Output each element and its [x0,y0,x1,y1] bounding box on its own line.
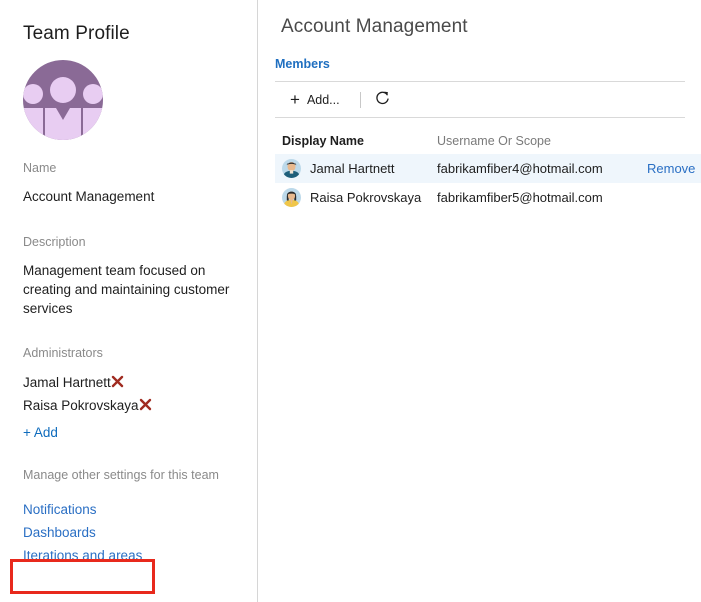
plus-icon: + [23,425,31,440]
field-name-label: Name [23,161,57,175]
table-header-row: Display Name Username Or Scope [275,128,701,154]
administrator-name: Jamal Hartnett [23,375,111,390]
remove-member-link[interactable]: Remove [647,161,701,176]
sidebar-link-iterations-and-areas[interactable]: Iterations and areas [23,544,223,567]
field-name-value: Account Management [23,189,155,204]
team-profile-page: Team Profile Name Account Management Des… [0,0,701,602]
column-header-username-or-scope[interactable]: Username Or Scope [437,134,647,148]
add-member-button[interactable]: + Add... [282,89,348,111]
add-administrator-link[interactable]: + Add [23,425,58,440]
administrator-name: Raisa Pokrovskaya [23,398,139,413]
cell-username-or-scope: fabrikamfiber4@hotmail.com [437,161,603,176]
administrator-item: Raisa Pokrovskaya [23,395,243,418]
account-management-panel: Account Management Members + Add... Disp… [259,0,701,602]
team-avatar [23,60,103,140]
avatar [282,159,301,178]
field-description-label: Description [23,235,86,249]
avatar [282,188,301,207]
field-administrators: Administrators Jamal Hartnett Raisa Pokr… [23,345,243,418]
table-row[interactable]: Raisa Pokrovskaya fabrikamfiber5@hotmail… [275,183,701,212]
team-profile-sidebar: Team Profile Name Account Management Des… [0,0,258,602]
column-header-display-name[interactable]: Display Name [282,134,437,148]
manage-settings-section: Manage other settings for this team Noti… [23,467,223,567]
add-member-label: Add... [306,92,340,107]
tab-members[interactable]: Members [275,57,330,77]
cell-display-name: Raisa Pokrovskaya [282,188,437,207]
field-name: Name Account Management [23,160,238,206]
field-administrators-label: Administrators [23,346,103,360]
cell-username-or-scope: fabrikamfiber5@hotmail.com [437,190,603,205]
main-page-title: Account Management [281,16,468,37]
sidebar-link-notifications[interactable]: Notifications [23,498,223,521]
administrator-item: Jamal Hartnett [23,372,243,395]
page-title: Team Profile [23,23,130,44]
toolbar-separator [359,91,361,108]
field-description-value: Management team focused on creating and … [23,263,230,316]
member-display-name: Jamal Hartnett [310,161,395,176]
remove-x-icon[interactable] [139,396,152,418]
plus-icon: + [290,89,300,109]
remove-x-icon[interactable] [111,373,124,395]
administrator-list: Jamal Hartnett Raisa Pokrovskaya [23,372,243,418]
sidebar-link-dashboards[interactable]: Dashboards [23,521,223,544]
members-table: Display Name Username Or Scope Jamal Har… [275,128,701,212]
field-description: Description Management team focused on c… [23,234,233,318]
cell-display-name: Jamal Hartnett [282,159,437,178]
table-row[interactable]: Jamal Hartnett fabrikamfiber4@hotmail.co… [275,154,701,183]
refresh-button[interactable] [371,88,395,112]
member-display-name: Raisa Pokrovskaya [310,190,422,205]
refresh-icon [374,90,391,110]
add-administrator-label: Add [33,425,58,440]
tabstrip: Members [275,56,685,82]
members-toolbar: + Add... [275,82,685,118]
manage-settings-heading: Manage other settings for this team [23,468,219,482]
